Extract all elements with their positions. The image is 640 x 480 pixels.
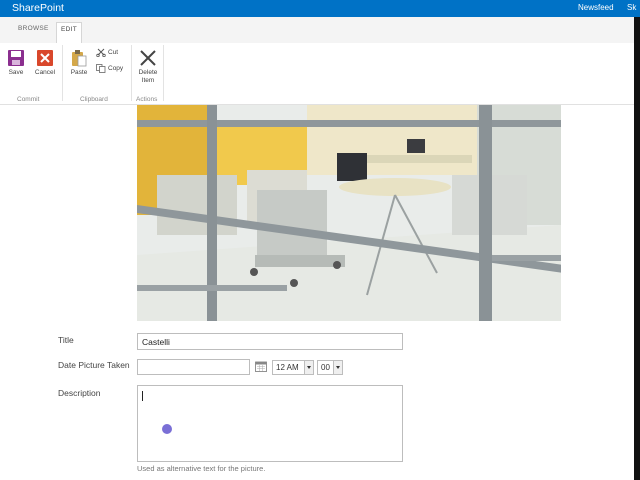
actions-group-label: Actions <box>136 96 158 103</box>
cancel-button[interactable]: Cancel <box>30 49 60 77</box>
group-divider <box>62 45 63 101</box>
ribbon-tabs: BROWSE EDIT <box>0 17 634 43</box>
suite-bar: SharePoint Newsfeed Sk <box>0 0 640 17</box>
title-input[interactable] <box>137 333 403 350</box>
clipboard-group-label: Clipboard <box>80 96 108 103</box>
cancel-label: Cancel <box>34 69 56 76</box>
delete-item-label: Delete Item <box>138 69 158 84</box>
delete-item-button[interactable]: Delete Item <box>133 49 163 85</box>
group-divider <box>163 45 164 101</box>
cancel-icon <box>37 50 53 66</box>
hour-select[interactable]: 12 AM <box>272 360 314 375</box>
cut-label: Cut <box>108 49 119 57</box>
scissors-icon <box>96 48 106 57</box>
paste-icon <box>72 50 87 67</box>
brand-name[interactable]: SharePoint <box>12 1 64 16</box>
picture-preview <box>137 105 561 321</box>
description-hint: Used as alternative text for the picture… <box>137 464 266 473</box>
text-caret <box>142 391 143 401</box>
user-menu[interactable]: Sk <box>627 2 640 14</box>
chevron-down-icon <box>304 361 313 374</box>
save-icon <box>8 50 24 66</box>
ribbon: Save Cancel Paste Cut Copy Delete Item C… <box>0 43 634 105</box>
date-input[interactable] <box>137 359 250 375</box>
save-label: Save <box>8 69 24 76</box>
group-divider <box>131 45 132 101</box>
minute-select[interactable]: 00 <box>317 360 343 375</box>
copy-label: Copy <box>108 65 124 73</box>
description-label: Description <box>58 388 101 398</box>
copy-icon <box>96 64 106 73</box>
newsfeed-link[interactable]: Newsfeed <box>578 2 614 14</box>
window-edge <box>634 17 640 480</box>
pointer-indicator <box>162 424 172 434</box>
tab-browse[interactable]: BROWSE <box>18 25 49 32</box>
cut-button[interactable]: Cut <box>96 48 118 57</box>
tab-edit[interactable]: EDIT <box>56 22 82 43</box>
description-textarea[interactable] <box>137 385 403 462</box>
copy-button[interactable]: Copy <box>96 64 123 73</box>
commit-group-label: Commit <box>17 96 40 103</box>
chevron-down-icon <box>333 361 342 374</box>
date-picture-taken-label: Date Picture Taken <box>58 360 130 370</box>
paste-button[interactable]: Paste <box>64 49 94 77</box>
delete-icon <box>140 50 156 66</box>
calendar-icon[interactable] <box>255 361 267 372</box>
hour-value: 12 AM <box>276 363 299 372</box>
save-button[interactable]: Save <box>1 49 31 77</box>
title-label: Title <box>58 335 74 345</box>
app-window: SharePoint Newsfeed Sk BROWSE EDIT Save … <box>0 0 640 480</box>
paste-label: Paste <box>70 69 88 76</box>
minute-value: 00 <box>321 363 330 372</box>
